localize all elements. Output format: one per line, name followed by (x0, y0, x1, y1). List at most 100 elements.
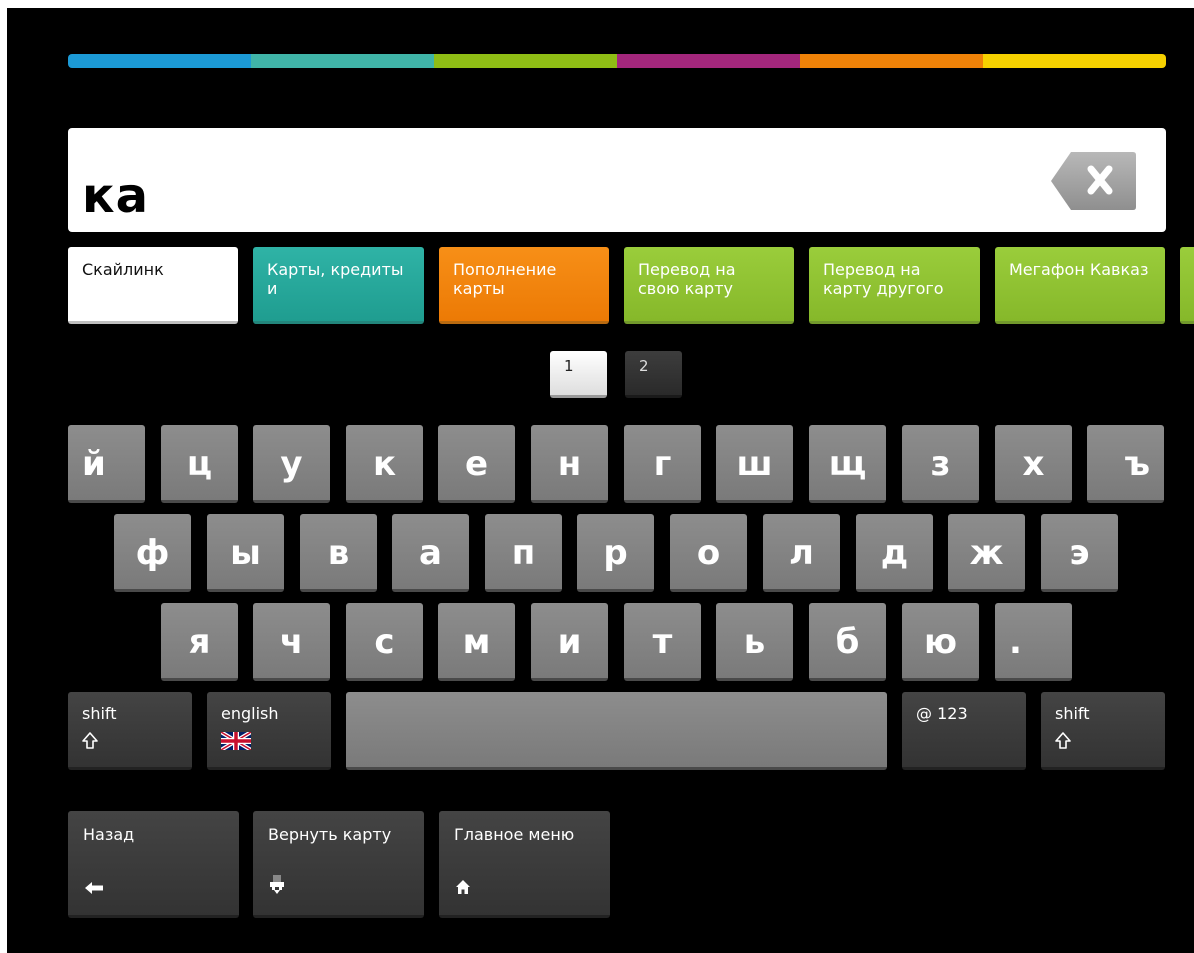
key-label: я (188, 622, 211, 662)
key-и[interactable]: и (531, 603, 608, 681)
key-label: м (462, 622, 491, 662)
key-label: й (82, 444, 106, 484)
shift-label: shift (82, 704, 117, 723)
key-label: ь (743, 622, 766, 662)
backspace-icon (1051, 152, 1136, 210)
key-р[interactable]: р (577, 514, 654, 592)
key-з[interactable]: з (902, 425, 979, 503)
shift-label: shift (1055, 704, 1090, 723)
key-к[interactable]: к (346, 425, 423, 503)
page-number: 2 (639, 357, 649, 375)
key-о[interactable]: о (670, 514, 747, 592)
numeric-symbols-key[interactable]: @ 123 (902, 692, 1026, 770)
suggestion-cards-credits[interactable]: Карты, кредиты и (253, 247, 424, 324)
search-input[interactable]: ка (68, 128, 1166, 232)
key-label: з (930, 444, 951, 484)
suggestion-transfer-own-card[interactable]: Перевод на свою карту (624, 247, 794, 324)
key-с[interactable]: с (346, 603, 423, 681)
page-button-1[interactable]: 1 (550, 351, 607, 398)
card-eject-icon (269, 875, 285, 899)
key-б[interactable]: б (809, 603, 886, 681)
key-ъ[interactable]: ъ (1087, 425, 1164, 503)
key-в[interactable]: в (300, 514, 377, 592)
language-label: english (221, 704, 279, 723)
return-card-button[interactable]: Вернуть карту (253, 811, 424, 918)
key-label: ъ (1124, 444, 1150, 484)
suggestion-skylink[interactable]: Скайлинк (68, 247, 238, 324)
backspace-button[interactable] (1049, 150, 1137, 212)
key-label: г (653, 444, 672, 484)
suggestion-transfer-other-card[interactable]: Перевод на карту другого (809, 247, 980, 324)
page-button-2[interactable]: 2 (625, 351, 682, 398)
key-label: и (557, 622, 582, 662)
stripe-purple (617, 54, 800, 68)
key-й[interactable]: й (68, 425, 145, 503)
key-ю[interactable]: ю (902, 603, 979, 681)
key-label: р (603, 533, 628, 573)
key-label: д (880, 533, 909, 573)
language-english-key[interactable]: english (207, 692, 331, 770)
suggestion-partial-next[interactable] (1180, 247, 1194, 324)
key-ж[interactable]: ж (948, 514, 1025, 592)
key-ы[interactable]: ы (207, 514, 284, 592)
key-щ[interactable]: щ (809, 425, 886, 503)
shift-right-key[interactable]: shift (1041, 692, 1165, 770)
back-button[interactable]: Назад (68, 811, 239, 918)
numeric-label: @ 123 (916, 704, 968, 723)
stripe-teal (251, 54, 434, 68)
key-label: щ (828, 444, 867, 484)
key-ц[interactable]: ц (161, 425, 238, 503)
key-э[interactable]: э (1041, 514, 1118, 592)
key-period[interactable]: . (995, 603, 1072, 681)
suggestion-label: Скайлинк (82, 260, 164, 279)
key-т[interactable]: т (624, 603, 701, 681)
stripe-orange (800, 54, 983, 68)
stripe-yellow (983, 54, 1166, 68)
page-number: 1 (564, 357, 574, 375)
shift-arrow-icon (82, 732, 98, 755)
space-bar[interactable] (346, 692, 887, 770)
kiosk-screen: ка Скайлинк Карты, кредиты и Пополнение … (7, 8, 1194, 953)
key-г[interactable]: г (624, 425, 701, 503)
key-label: х (1022, 444, 1045, 484)
key-label: у (280, 444, 303, 484)
key-label: ф (135, 533, 170, 573)
suggestion-megafon-kavkaz[interactable]: Мегафон Кавказ (995, 247, 1165, 324)
stripe-green (434, 54, 617, 68)
key-д[interactable]: д (856, 514, 933, 592)
left-arrow-icon (84, 880, 104, 899)
main-menu-button[interactable]: Главное меню (439, 811, 610, 918)
key-х[interactable]: х (995, 425, 1072, 503)
key-ш[interactable]: ш (716, 425, 793, 503)
key-ь[interactable]: ь (716, 603, 793, 681)
key-е[interactable]: е (438, 425, 515, 503)
key-label: н (557, 444, 582, 484)
key-label: э (1069, 533, 1090, 573)
search-query-text: ка (82, 168, 149, 224)
uk-flag-icon (219, 730, 253, 755)
key-ч[interactable]: ч (253, 603, 330, 681)
home-icon (455, 879, 471, 899)
return-card-label: Вернуть карту (268, 825, 392, 844)
key-п[interactable]: п (485, 514, 562, 592)
shift-left-key[interactable]: shift (68, 692, 192, 770)
key-label: ц (186, 444, 213, 484)
stripe-blue (68, 54, 251, 68)
main-menu-label: Главное меню (454, 825, 575, 844)
key-label: ы (230, 533, 261, 573)
key-у[interactable]: у (253, 425, 330, 503)
key-ф[interactable]: ф (114, 514, 191, 592)
key-label: к (372, 444, 397, 484)
key-н[interactable]: н (531, 425, 608, 503)
back-label: Назад (83, 825, 135, 844)
key-л[interactable]: л (763, 514, 840, 592)
key-label: в (327, 533, 350, 573)
key-а[interactable]: а (392, 514, 469, 592)
suggestion-label: Пополнение карты (453, 260, 557, 298)
key-м[interactable]: м (438, 603, 515, 681)
key-label: б (835, 622, 860, 662)
key-label: ч (279, 622, 304, 662)
key-label: п (511, 533, 536, 573)
suggestion-card-topup[interactable]: Пополнение карты (439, 247, 609, 324)
key-я[interactable]: я (161, 603, 238, 681)
